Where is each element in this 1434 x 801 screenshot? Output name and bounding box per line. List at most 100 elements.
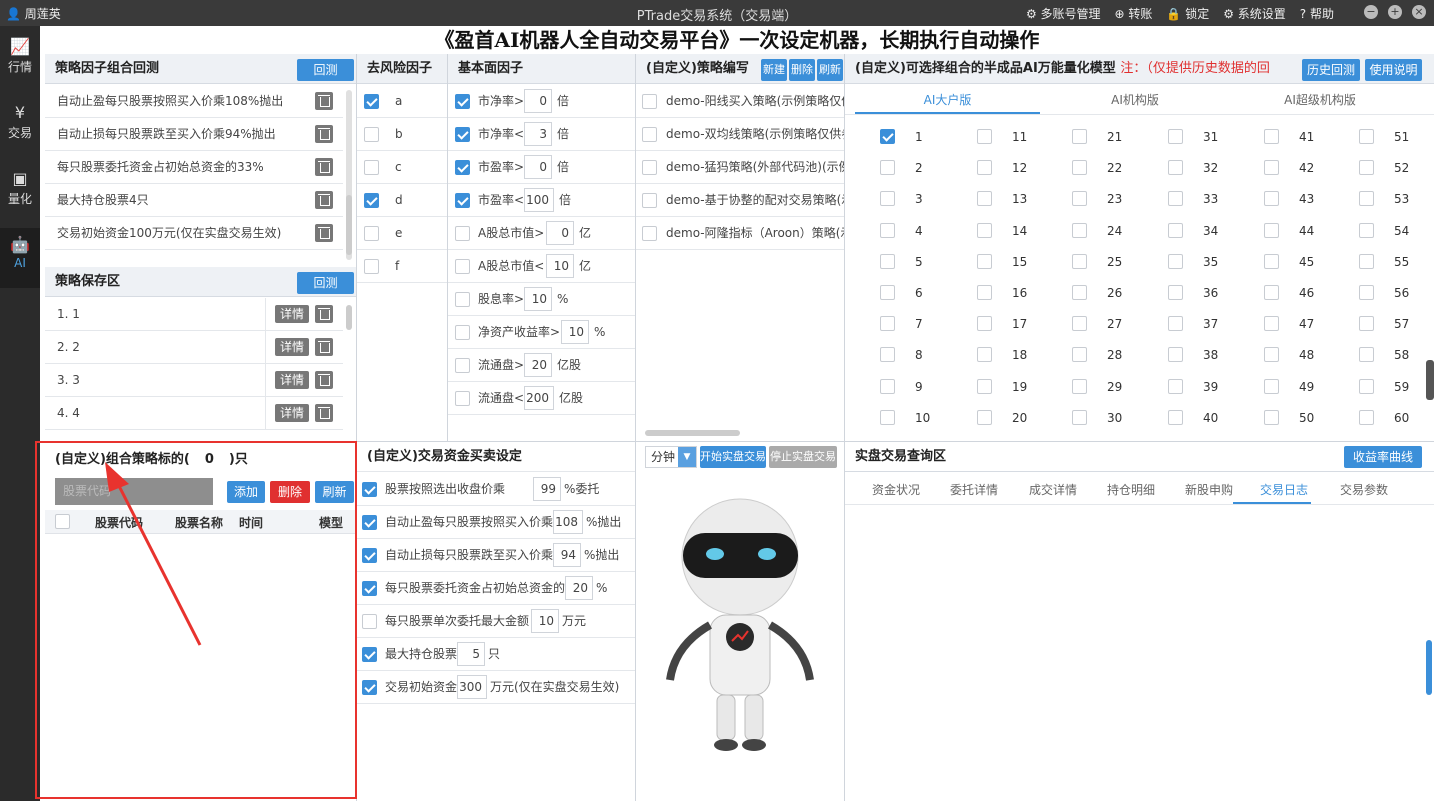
model-checkbox[interactable] (1264, 160, 1279, 176)
model-checkbox[interactable] (1359, 253, 1374, 269)
close-icon[interactable]: × (1412, 5, 1426, 19)
model-checkbox[interactable] (977, 316, 992, 332)
risk-item[interactable]: a (357, 85, 447, 118)
fundamental-value[interactable]: 200 (524, 386, 554, 410)
model-checkbox[interactable] (977, 191, 992, 207)
save-item[interactable]: 1. 1 详情 (45, 298, 343, 331)
strategy-checkbox[interactable] (642, 193, 657, 208)
model-checkbox[interactable] (1264, 129, 1279, 144)
risk-checkbox[interactable] (364, 193, 379, 208)
model-checkbox[interactable] (1359, 409, 1374, 425)
fundamental-item[interactable]: 股息率> 10% (448, 283, 635, 316)
model-checkbox[interactable] (1264, 285, 1279, 300)
new-strategy-button[interactable]: 新建 (761, 59, 787, 81)
trade-value[interactable]: 108 (553, 510, 583, 534)
tab-ai-retail[interactable]: AI大户版 (855, 91, 1040, 108)
trade-checkbox[interactable] (362, 614, 377, 629)
risk-item[interactable]: d (357, 184, 447, 217)
fundamental-item[interactable]: 净资产收益率> 10% (448, 316, 635, 349)
model-checkbox[interactable] (1072, 347, 1087, 363)
detail-button[interactable]: 详情 (275, 305, 309, 323)
strategy-item[interactable]: demo-阿隆指标（Aroon）策略(示 (636, 217, 844, 250)
fundamental-checkbox[interactable] (455, 391, 470, 406)
fundamental-item[interactable]: 市净率< 3 倍 (448, 118, 635, 151)
return-curve-button[interactable]: 收益率曲线 (1344, 446, 1422, 468)
minimize-icon[interactable]: − (1364, 5, 1378, 19)
save-item[interactable]: 3. 3 详情 (45, 364, 343, 397)
fundamental-checkbox[interactable] (455, 358, 470, 373)
trash-icon[interactable] (315, 191, 333, 209)
strategy-item[interactable]: demo-双均线策略(示例策略仅供参 (636, 118, 844, 151)
model-checkbox[interactable] (1359, 129, 1374, 144)
fundamental-value[interactable]: 10 (546, 254, 574, 278)
model-checkbox[interactable] (880, 222, 895, 238)
trade-setting-item[interactable]: 每只股票委托资金占初始总资金的 20% (357, 572, 635, 605)
trash-icon[interactable] (315, 158, 333, 176)
model-checkbox[interactable] (1168, 316, 1183, 332)
menu-lock[interactable]: 🔒 锁定 (1166, 5, 1209, 22)
menu-multi-account[interactable]: ⚙ 多账号管理 (1026, 5, 1101, 22)
model-checkbox[interactable] (1168, 160, 1183, 176)
menu-help[interactable]: ? 帮助 (1300, 5, 1334, 22)
refresh-strategy-button[interactable]: 刷新 (817, 59, 843, 81)
fundamental-item[interactable]: A股总市值> 0 亿 (448, 217, 635, 250)
fundamental-item[interactable]: 市净率> 0 倍 (448, 85, 635, 118)
save-scroll-thumb[interactable] (346, 305, 352, 330)
model-checkbox[interactable] (1072, 191, 1087, 207)
trade-setting-item[interactable]: 每只股票单次委托最大金额 10 万元 (357, 605, 635, 638)
risk-checkbox[interactable] (364, 160, 379, 175)
fundamental-value[interactable]: 100 (524, 188, 554, 212)
trade-setting-item[interactable]: 最大持仓股票 5 只 (357, 638, 635, 671)
model-checkbox[interactable] (1168, 253, 1183, 269)
model-checkbox[interactable] (1264, 347, 1279, 363)
factor-item[interactable]: 交易初始资金100万元(仅在实盘交易生效) (45, 217, 343, 250)
model-checkbox[interactable] (880, 253, 895, 269)
factor-item[interactable]: 最大持仓股票4只 (45, 184, 343, 217)
trade-setting-item[interactable]: 自动止盈每只股票按照买入价乘 108 %抛出 (357, 506, 635, 539)
trade-checkbox[interactable] (362, 515, 377, 530)
model-checkbox[interactable] (1168, 285, 1183, 300)
sidebar-item-market[interactable]: 📈 行情 (0, 30, 40, 90)
model-checkbox[interactable] (1072, 222, 1087, 238)
trash-icon[interactable] (315, 224, 333, 242)
risk-item[interactable]: f (357, 250, 447, 283)
right-scroll-thumb[interactable] (1426, 360, 1434, 400)
factor-item[interactable]: 自动止损每只股票跌至买入价乘94%抛出 (45, 118, 343, 151)
model-checkbox[interactable] (1264, 378, 1279, 394)
fundamental-value[interactable]: 0 (524, 89, 552, 113)
model-checkbox[interactable] (1168, 378, 1183, 394)
model-checkbox[interactable] (880, 316, 895, 332)
model-checkbox[interactable] (880, 129, 895, 144)
trash-icon[interactable] (315, 125, 333, 143)
model-checkbox[interactable] (1072, 129, 1087, 144)
fundamental-value[interactable]: 10 (561, 320, 589, 344)
trade-checkbox[interactable] (362, 581, 377, 596)
factor-backtest-button[interactable]: 回测 (297, 59, 354, 81)
model-checkbox[interactable] (977, 222, 992, 238)
trade-setting-item[interactable]: 自动止损每只股票跌至买入价乘 94 %抛出 (357, 539, 635, 572)
strategy-item[interactable]: demo-阳线买入策略(示例策略仅供 (636, 85, 844, 118)
fundamental-checkbox[interactable] (455, 292, 470, 307)
fundamental-checkbox[interactable] (455, 160, 470, 175)
fundamental-checkbox[interactable] (455, 127, 470, 142)
model-checkbox[interactable] (1359, 347, 1374, 363)
fundamental-checkbox[interactable] (455, 325, 470, 340)
sidebar-item-quant[interactable]: ▣ 量化 (0, 162, 40, 222)
trade-setting-item[interactable]: 股票按照选出收盘价乘 99 %委托 (357, 473, 635, 506)
risk-checkbox[interactable] (364, 94, 379, 109)
model-checkbox[interactable] (1168, 222, 1183, 238)
model-checkbox[interactable] (1359, 222, 1374, 238)
model-checkbox[interactable] (977, 347, 992, 363)
model-checkbox[interactable] (1168, 347, 1183, 363)
trade-checkbox[interactable] (362, 647, 377, 662)
model-checkbox[interactable] (977, 378, 992, 394)
history-backtest-button[interactable]: 历史回测 (1302, 59, 1360, 81)
factor-item[interactable]: 自动止盈每只股票按照买入价乘108%抛出 (45, 85, 343, 118)
fundamental-value[interactable]: 0 (524, 155, 552, 179)
query-tab[interactable]: 新股申购 (1171, 481, 1247, 498)
model-checkbox[interactable] (977, 409, 992, 425)
trade-value[interactable]: 99 (533, 477, 561, 501)
trade-checkbox[interactable] (362, 482, 377, 497)
strategy-checkbox[interactable] (642, 127, 657, 142)
trade-value[interactable]: 5 (457, 642, 485, 666)
